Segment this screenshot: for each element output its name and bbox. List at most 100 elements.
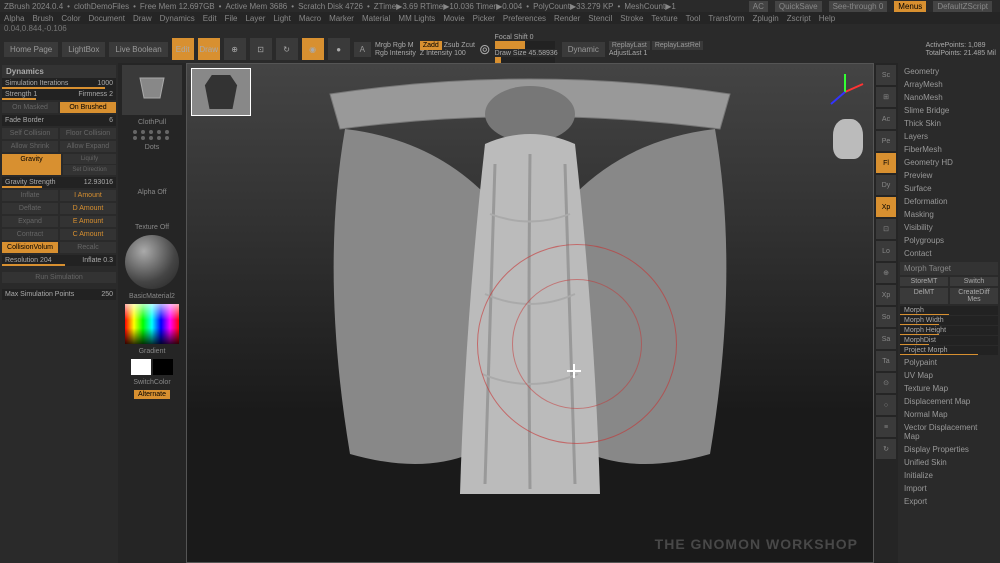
- rotate-icon[interactable]: ↻: [276, 38, 298, 60]
- deflate-amount[interactable]: D Amount: [60, 203, 116, 214]
- rp-contact[interactable]: Contact: [900, 247, 998, 260]
- menu-alpha[interactable]: Alpha: [4, 14, 24, 23]
- floor-collision-button[interactable]: Floor Collision: [60, 128, 116, 139]
- dynamic-button[interactable]: Dynamic: [562, 42, 605, 57]
- right-tool-15[interactable]: ○: [876, 395, 896, 415]
- morph-target-section[interactable]: Morph Target: [900, 262, 998, 275]
- morph-slider[interactable]: Morph: [900, 306, 998, 315]
- color-picker[interactable]: [125, 304, 179, 344]
- right-tool-5[interactable]: Dy: [876, 175, 896, 195]
- rp-polygroups[interactable]: Polygroups: [900, 234, 998, 247]
- menu-render[interactable]: Render: [554, 14, 580, 23]
- rp-vector-displacement-map[interactable]: Vector Displacement Map: [900, 421, 998, 443]
- creatediff-button[interactable]: CreateDiff Mes: [950, 288, 998, 304]
- rp-geometry-hd[interactable]: Geometry HD: [900, 156, 998, 169]
- gravity-strength-slider[interactable]: Gravity Strength12.93016: [2, 177, 116, 188]
- rp-surface[interactable]: Surface: [900, 182, 998, 195]
- contract-amount[interactable]: C Amount: [60, 229, 116, 240]
- right-tool-1[interactable]: ⊞: [876, 87, 896, 107]
- default-zscript[interactable]: DefaultZScript: [933, 1, 992, 12]
- storemt-button[interactable]: StoreMT: [900, 277, 948, 286]
- rgb-button[interactable]: Rgb: [393, 42, 406, 49]
- reference-head[interactable]: [833, 119, 863, 159]
- rp-fibermesh[interactable]: FiberMesh: [900, 143, 998, 156]
- menu-movie[interactable]: Movie: [443, 14, 464, 23]
- right-tool-7[interactable]: ⊡: [876, 219, 896, 239]
- right-tool-14[interactable]: ⊙: [876, 373, 896, 393]
- quicksave-button[interactable]: QuickSave: [775, 1, 822, 12]
- menu-draw[interactable]: Draw: [133, 14, 152, 23]
- menu-macro[interactable]: Macro: [299, 14, 321, 23]
- menu-color[interactable]: Color: [61, 14, 80, 23]
- mrgb-button[interactable]: Mrgb: [375, 42, 391, 49]
- focal-shift[interactable]: Focal Shift 0: [495, 34, 534, 41]
- brush-preview[interactable]: [122, 65, 182, 115]
- menu-mm lights[interactable]: MM Lights: [398, 14, 435, 23]
- seethrough-slider[interactable]: See-through 0: [829, 1, 888, 12]
- main-swatch[interactable]: [131, 359, 151, 375]
- right-tool-9[interactable]: ⊕: [876, 263, 896, 283]
- secondary-swatch[interactable]: [153, 359, 173, 375]
- edit-icon[interactable]: Edit: [172, 38, 194, 60]
- stroke-dots-icon[interactable]: [133, 130, 171, 140]
- menu-tool[interactable]: Tool: [686, 14, 701, 23]
- zadd-button[interactable]: Zadd: [420, 41, 442, 50]
- menu-zscript[interactable]: Zscript: [787, 14, 811, 23]
- rgb-intensity[interactable]: Rgb Intensity: [375, 50, 416, 57]
- inflate-button[interactable]: Inflate: [2, 190, 58, 201]
- m-button[interactable]: M: [408, 42, 414, 49]
- menu-preferences[interactable]: Preferences: [503, 14, 546, 23]
- rp-visibility[interactable]: Visibility: [900, 221, 998, 234]
- max-sim-points-slider[interactable]: Max Simulation Points250: [2, 289, 116, 300]
- material-sphere[interactable]: [125, 235, 179, 289]
- liquify-button[interactable]: Liquify: [63, 154, 116, 164]
- rp-preview[interactable]: Preview: [900, 169, 998, 182]
- a-button[interactable]: A: [354, 42, 371, 57]
- gizmo-icon[interactable]: ◉: [302, 38, 324, 60]
- z-intensity[interactable]: Z Intensity 100: [420, 50, 475, 57]
- alpha-off[interactable]: Alpha Off: [137, 189, 166, 196]
- adjustlast[interactable]: AdjustLast 1: [609, 50, 704, 57]
- collision-volume-button[interactable]: CollisionVolum: [2, 242, 58, 253]
- draw-size[interactable]: Draw Size 45.58936: [495, 50, 558, 57]
- gravity-button[interactable]: Gravity: [2, 154, 61, 175]
- rp-layers[interactable]: Layers: [900, 130, 998, 143]
- resolution-inflate-slider[interactable]: Resolution 204Inflate 0.3: [2, 255, 116, 266]
- menu-layer[interactable]: Layer: [245, 14, 265, 23]
- rp-displacement-map[interactable]: Displacement Map: [900, 395, 998, 408]
- menu-help[interactable]: Help: [819, 14, 835, 23]
- sim-iterations-slider[interactable]: Simulation Iterations1000: [2, 78, 116, 89]
- viewport[interactable]: THE GNOMON WORKSHOP: [186, 63, 874, 563]
- menu-marker[interactable]: Marker: [329, 14, 354, 23]
- lightbox-button[interactable]: LightBox: [62, 42, 105, 57]
- right-tool-0[interactable]: Sc: [876, 65, 896, 85]
- rp-texture-map[interactable]: Texture Map: [900, 382, 998, 395]
- right-tool-11[interactable]: So: [876, 307, 896, 327]
- right-tool-13[interactable]: Ta: [876, 351, 896, 371]
- target-icon[interactable]: ⊚: [479, 41, 491, 58]
- project-morph-slider[interactable]: Project Morph: [900, 346, 998, 355]
- rp-arraymesh[interactable]: ArrayMesh: [900, 78, 998, 91]
- menu-dynamics[interactable]: Dynamics: [160, 14, 195, 23]
- rp-nanomesh[interactable]: NanoMesh: [900, 91, 998, 104]
- right-tool-10[interactable]: Xp: [876, 285, 896, 305]
- allow-expand-button[interactable]: Allow Expand: [60, 141, 116, 152]
- recalc-button[interactable]: Recalc: [60, 242, 116, 253]
- rp-polypaint[interactable]: Polypaint: [900, 356, 998, 369]
- self-collision-button[interactable]: Self Collision: [2, 128, 58, 139]
- morph-dist-slider[interactable]: MorphDist: [900, 336, 998, 345]
- menu-file[interactable]: File: [225, 14, 238, 23]
- rp-initialize[interactable]: Initialize: [900, 469, 998, 482]
- menu-light[interactable]: Light: [273, 14, 290, 23]
- menu-stroke[interactable]: Stroke: [620, 14, 643, 23]
- set-direction-button[interactable]: Set Direction: [63, 165, 116, 175]
- right-tool-4[interactable]: Fl: [876, 153, 896, 173]
- right-tool-3[interactable]: Pe: [876, 131, 896, 151]
- dynamics-header[interactable]: Dynamics: [2, 65, 116, 78]
- rp-geometry[interactable]: Geometry: [900, 65, 998, 78]
- liveboolean-button[interactable]: Live Boolean: [109, 42, 167, 57]
- right-tool-16[interactable]: ≡: [876, 417, 896, 437]
- menu-zplugin[interactable]: Zplugin: [753, 14, 779, 23]
- right-tool-12[interactable]: Sa: [876, 329, 896, 349]
- replaylastrel-button[interactable]: ReplayLastRel: [652, 41, 704, 50]
